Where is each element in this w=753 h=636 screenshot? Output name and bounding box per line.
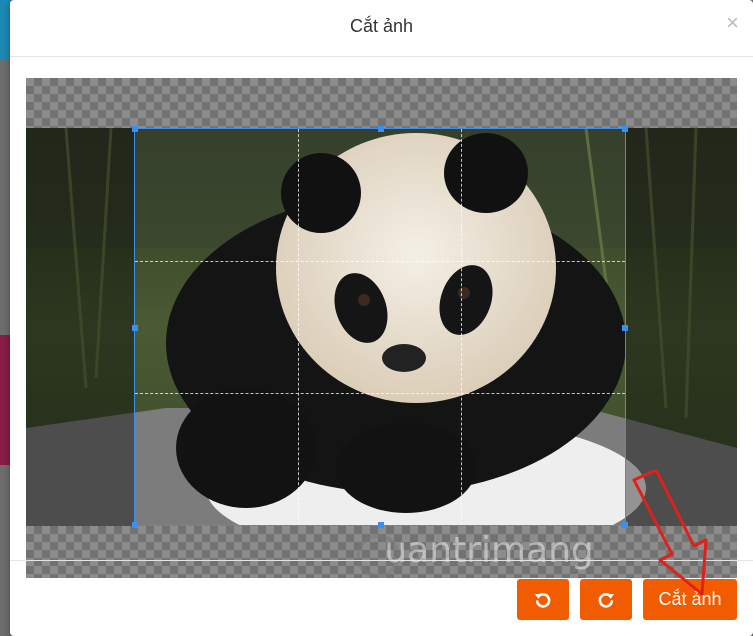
crop-handle-top-left[interactable] — [132, 126, 138, 132]
crop-image-button[interactable]: Cắt ảnh — [643, 579, 737, 620]
crop-guide-line — [461, 129, 463, 525]
crop-guide-line — [135, 392, 625, 394]
footer-divider — [10, 560, 753, 561]
crop-dialog: Cắt ảnh × uantrimang Cắt ảnh — [10, 0, 753, 636]
rotate-right-button[interactable] — [580, 579, 632, 620]
rotate-right-icon — [598, 592, 614, 608]
crop-guide-line — [298, 129, 300, 525]
crop-handle-bottom[interactable] — [378, 522, 384, 528]
crop-handle-bottom-right[interactable] — [622, 522, 628, 528]
rotate-left-icon — [535, 592, 551, 608]
rotate-left-button[interactable] — [517, 579, 569, 620]
crop-handle-right[interactable] — [622, 325, 628, 331]
crop-selection-box[interactable] — [132, 126, 628, 528]
close-icon[interactable]: × — [726, 12, 739, 34]
dialog-title: Cắt ảnh — [349, 16, 414, 36]
watermark-label: uantrimang — [384, 530, 594, 571]
crop-handle-left[interactable] — [132, 325, 138, 331]
crop-handle-top-right[interactable] — [622, 126, 628, 132]
crop-handle-top[interactable] — [378, 126, 384, 132]
watermark-text: Quantrimang — [356, 530, 594, 571]
crop-guide-line — [135, 260, 625, 262]
dialog-header: Cắt ảnh × — [10, 0, 753, 57]
crop-canvas[interactable]: Quantrimang — [26, 78, 737, 578]
crop-handle-bottom-left[interactable] — [132, 522, 138, 528]
